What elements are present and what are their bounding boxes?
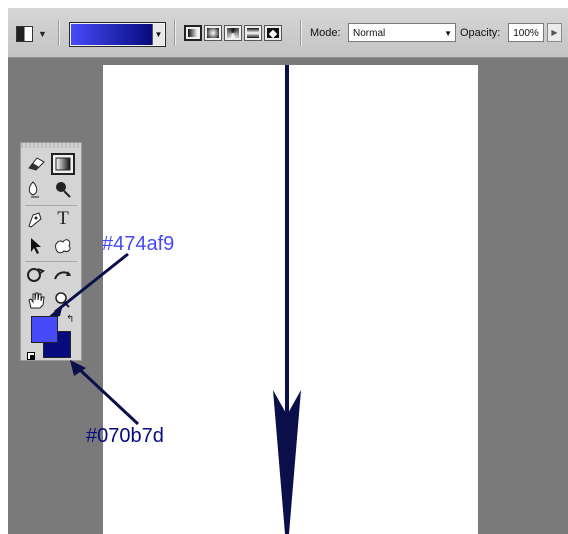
- foreground-color-label: #474af9: [102, 233, 175, 255]
- annotation-arrows: [46, 252, 140, 426]
- photoshop-window: ▼ ▼ Mode: Normal ▼ Opacity: 100% ▶ T ↰ #…: [8, 8, 568, 534]
- foreground-color-swatch[interactable]: [31, 316, 58, 343]
- background-color-label: #070b7d: [86, 425, 164, 447]
